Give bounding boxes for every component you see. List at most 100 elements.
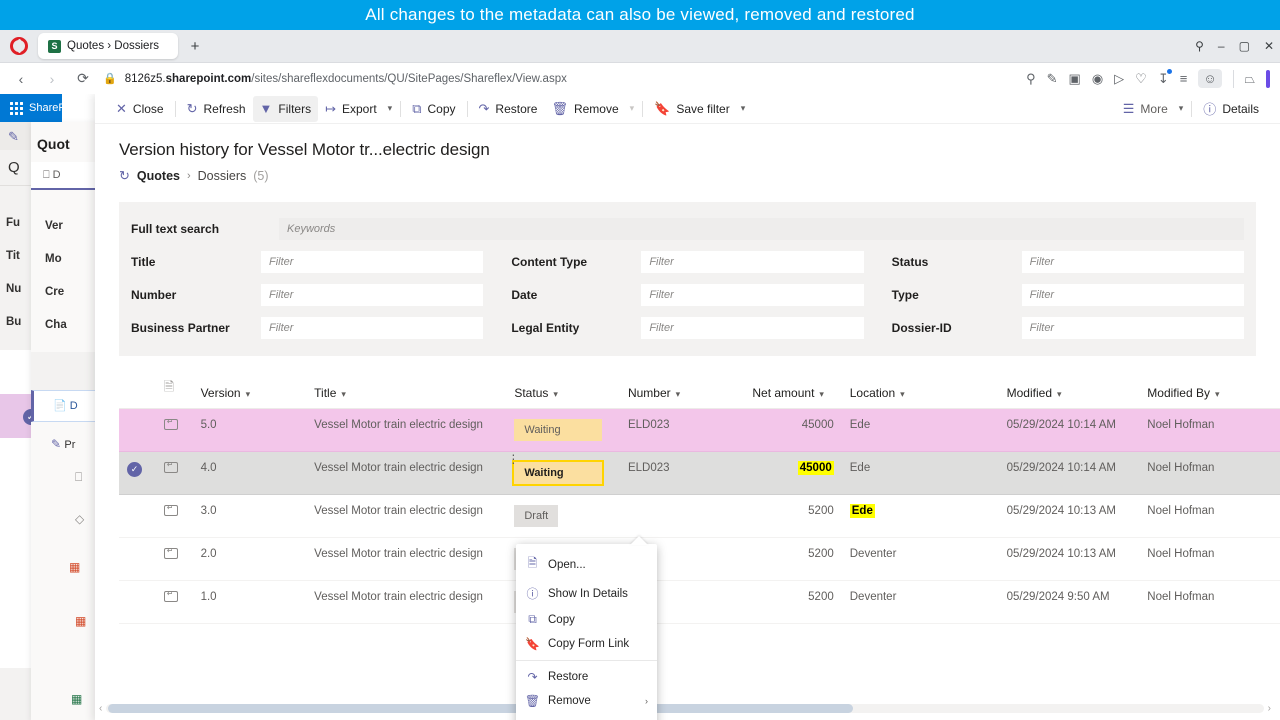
th-version[interactable]: Version ▾ — [192, 372, 307, 409]
cell-modified-by: Noel Hofman — [1139, 408, 1280, 452]
row-actions-icon[interactable]: ⋮ — [507, 452, 520, 466]
page-root: SharePoint ✎ Q Fu Tit Nu Bu ✓ ✓ ‹ Quot ⎕… — [0, 94, 1280, 720]
back-icon[interactable]: ‹ — [10, 68, 32, 90]
send-icon[interactable]: ▷ — [1114, 71, 1124, 87]
th-modified-label: Modified — [1006, 386, 1052, 400]
scrollbar-thumb[interactable] — [108, 703, 854, 713]
th-modified-by[interactable]: Modified By ▾ — [1139, 372, 1280, 409]
close-window-button[interactable]: ✕ — [1264, 39, 1274, 53]
cell-checkbox[interactable] — [119, 537, 156, 581]
scrollbar-track[interactable] — [106, 703, 1264, 713]
context-menu-item-copy[interactable]: ⧉ Copy — [516, 607, 657, 632]
save-filter-button[interactable]: 🔖 Save filter — [647, 96, 737, 122]
filter-input-status[interactable] — [1021, 250, 1244, 273]
fulltext-search-input[interactable] — [279, 217, 1244, 240]
close-button[interactable]: ✕ Close — [109, 96, 171, 122]
table-row[interactable]: 1.0 Vessel Motor train electric design D… — [119, 580, 1280, 624]
cell-location: Deventer — [841, 537, 999, 581]
filter-input-content-type[interactable] — [641, 250, 864, 273]
filter-input-number[interactable] — [261, 283, 484, 306]
table-row[interactable]: 2.0 Vessel Motor train electric design D… — [119, 537, 1280, 581]
details-button[interactable]: ⓘ Details — [1196, 96, 1266, 122]
table-row[interactable]: 5.0 Vessel Motor train electric design W… — [119, 408, 1280, 452]
download-icon[interactable]: ↧ — [1158, 68, 1172, 87]
filters-button[interactable]: ▼ Filters — [252, 95, 319, 122]
info-circle-icon: ⓘ — [1203, 102, 1217, 117]
screenshot-edit-icon[interactable]: ✎ — [1047, 71, 1058, 87]
opera-logo-icon — [10, 37, 28, 55]
save-filter-caret-icon[interactable]: ▾ — [737, 99, 750, 118]
bookmark-icon: 🔖 — [525, 637, 540, 651]
refresh-button[interactable]: ↻ Refresh — [180, 96, 253, 122]
vpn-shield-icon[interactable]: ◉ — [1092, 71, 1103, 87]
menu-lines-icon[interactable]: ≡ — [1180, 71, 1188, 86]
th-number[interactable]: Number ▾ — [619, 372, 745, 409]
filter-input-date[interactable] — [641, 283, 864, 306]
scroll-left-icon[interactable]: ‹ — [99, 703, 102, 714]
scroll-right-icon[interactable]: › — [1268, 703, 1271, 714]
context-menu-item-copy-form-link[interactable]: 🔖 Copy Form Link — [516, 632, 657, 656]
context-menu-item-remove[interactable]: 🗑 Remove › — [516, 689, 657, 713]
new-tab-button[interactable]: + — [184, 35, 206, 57]
remove-button[interactable]: 🗑 Remove — [544, 96, 625, 122]
profile-icon[interactable]: ☺ — [1198, 69, 1222, 88]
browser-search-icon[interactable]: ⚲ — [1195, 39, 1204, 53]
filter-input-type[interactable] — [1021, 283, 1244, 306]
export-button[interactable]: ↦ Export — [318, 96, 384, 122]
browser-tab[interactable]: S Quotes › Dossiers — [38, 33, 178, 59]
cube-icon[interactable]: ⏢ — [1245, 71, 1255, 87]
maximize-button[interactable]: ▢ — [1239, 39, 1250, 53]
restore-label: Restore — [495, 101, 538, 116]
filter-input-business-partner[interactable] — [261, 316, 484, 339]
filter-input-legal-entity[interactable] — [641, 316, 864, 339]
heart-icon[interactable]: ♡ — [1135, 71, 1147, 87]
table-row[interactable]: 3.0 Vessel Motor train electric design D… — [119, 494, 1280, 538]
context-menu-item-restore[interactable]: ↷ Restore — [516, 665, 657, 689]
zoom-search-icon[interactable]: ⚲ — [1026, 71, 1036, 87]
reload-icon[interactable]: ⟳ — [72, 68, 94, 90]
more-caret-icon[interactable]: ▾ — [1175, 99, 1188, 118]
copy-button[interactable]: ⧉ Copy — [405, 96, 462, 122]
cmd-divider-2 — [400, 100, 402, 117]
filter-label-type: Type — [891, 287, 919, 302]
th-net-amount[interactable]: Net amount ▾ — [744, 372, 842, 409]
horizontal-scrollbar[interactable]: ‹ › — [95, 702, 1275, 714]
th-modified[interactable]: Modified ▾ — [998, 372, 1140, 409]
breadcrumb-root[interactable]: Quotes — [137, 169, 180, 183]
address-field[interactable]: 🔒 8126z5.sharepoint.com/sites/shareflexd… — [103, 67, 1017, 91]
table-row[interactable]: ✓ 4.0 Vessel Motor train electric design… — [119, 451, 1280, 495]
cell-checkbox[interactable] — [119, 408, 156, 452]
cell-checkbox[interactable] — [119, 494, 156, 538]
restore-button[interactable]: ↷ Restore — [472, 96, 545, 122]
context-menu-item-show-in-details[interactable]: ⓘ Show In Details — [516, 580, 657, 607]
th-status[interactable]: Status ▾ — [506, 372, 620, 409]
bg-panel-two-title: Quot — [37, 136, 70, 152]
context-menu-item-open[interactable]: 🗎 Open... — [516, 549, 657, 580]
row-selected-check-icon[interactable]: ✓ — [127, 462, 142, 477]
cell-checkbox[interactable] — [119, 580, 156, 624]
filter-input-title[interactable] — [261, 250, 484, 273]
chevron-down-icon: ▾ — [1215, 389, 1220, 399]
th-title[interactable]: Title ▾ — [306, 372, 507, 409]
cmd-divider-3 — [466, 100, 468, 117]
filter-col-2: Content Type Date Legal Entity — [511, 245, 864, 344]
context-open-label: Open... — [548, 558, 586, 571]
camera-icon[interactable]: ▣ — [1069, 71, 1081, 87]
version-document-icon — [163, 546, 178, 559]
minimize-button[interactable]: – — [1218, 39, 1225, 53]
forward-icon[interactable]: › — [41, 68, 63, 90]
details-label: Details — [1222, 101, 1259, 116]
app-launcher-icon[interactable] — [10, 101, 23, 115]
context-menu-item-copy-text[interactable]: ⧉ Copy Text — [516, 713, 657, 720]
filter-input-dossier-id[interactable] — [1021, 316, 1244, 339]
filter-row-content-type: Content Type — [511, 245, 864, 278]
document-icon: 🗎 — [163, 379, 175, 394]
sidebar-toggle[interactable] — [1266, 69, 1270, 88]
cell-status: Waiting — [506, 451, 620, 495]
breadcrumb-current[interactable]: Dossiers — [198, 169, 247, 183]
more-button[interactable]: ☰ More — [1116, 96, 1175, 122]
cell-checkbox[interactable]: ✓ — [119, 451, 156, 495]
export-caret-icon[interactable]: ▾ — [384, 99, 397, 118]
th-location[interactable]: Location ▾ — [841, 372, 999, 409]
remove-caret-icon[interactable]: ▾ — [626, 99, 639, 118]
